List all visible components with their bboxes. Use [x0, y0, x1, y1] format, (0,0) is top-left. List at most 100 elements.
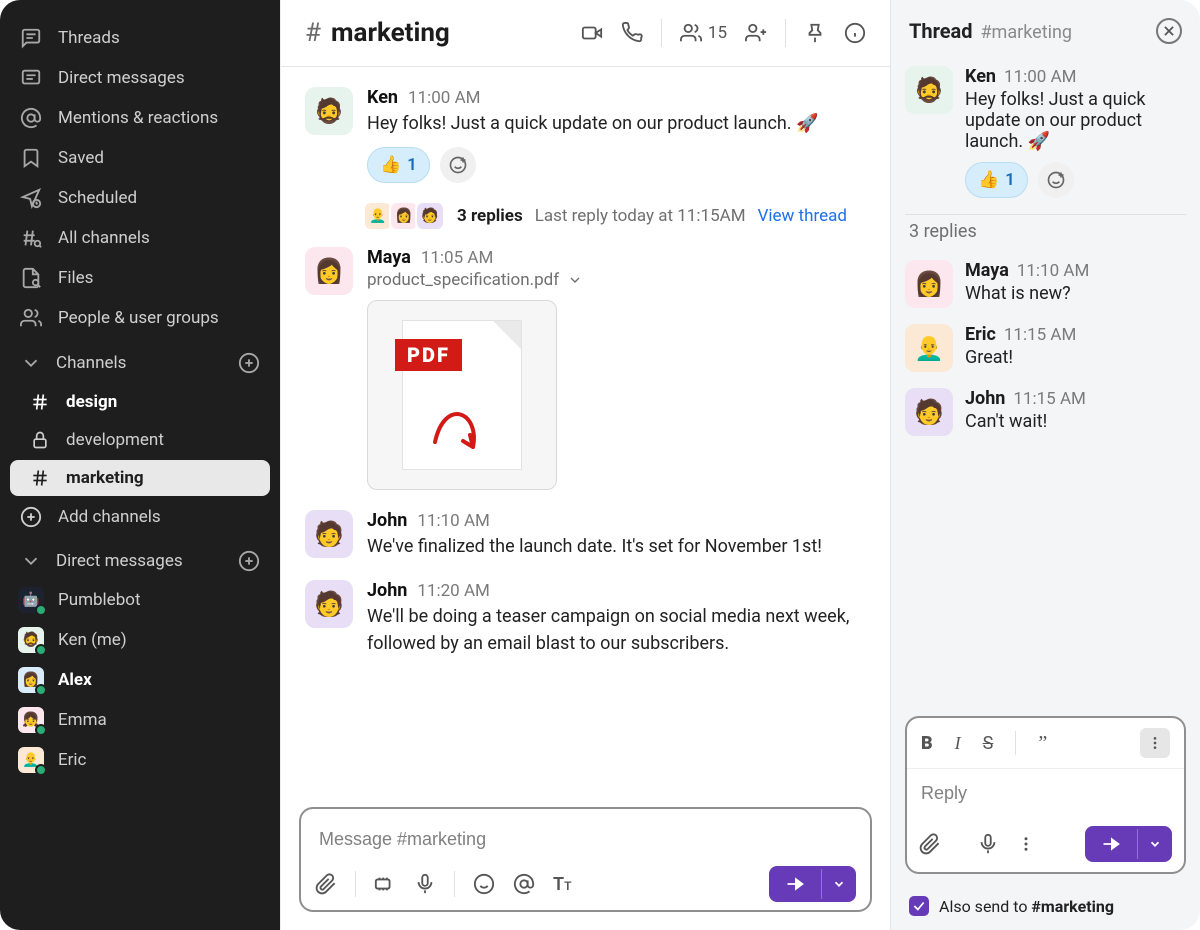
italic-button[interactable]: I — [955, 733, 961, 754]
channel-item-design[interactable]: design — [10, 384, 270, 420]
view-thread-link[interactable]: View thread — [758, 206, 847, 226]
channels-section-header[interactable]: Channels — [0, 338, 280, 382]
bold-button[interactable]: B — [921, 733, 933, 754]
message-author[interactable]: Eric — [965, 324, 996, 345]
message-author[interactable]: John — [367, 580, 407, 601]
close-thread-button[interactable] — [1156, 18, 1182, 44]
message-input[interactable] — [315, 819, 856, 860]
dm-item[interactable]: 👨‍🦲Eric — [0, 740, 280, 780]
mention-button[interactable] — [513, 873, 535, 895]
channel-item-development[interactable]: development — [10, 422, 270, 458]
avatar: 👧 — [18, 707, 44, 733]
avatar: 🧔 — [905, 66, 953, 114]
nav-item-files[interactable]: Files — [0, 258, 280, 298]
people-icon — [20, 307, 42, 329]
nav-item-mentions[interactable]: Mentions & reactions — [0, 98, 280, 138]
presence-indicator — [35, 644, 47, 656]
video-record-button[interactable] — [374, 873, 396, 895]
message-time: 11:10 AM — [1017, 261, 1089, 281]
reply-send-button[interactable] — [1085, 826, 1137, 862]
message-author[interactable]: Ken — [367, 87, 398, 108]
thread-summary[interactable]: 👨‍🦲👩🧑3 repliesLast reply today at 11:15A… — [367, 201, 866, 231]
dm-item[interactable]: 🧔 Ken (me) — [0, 620, 280, 660]
allchannels-icon — [20, 227, 42, 249]
channel-item-marketing[interactable]: marketing — [10, 460, 270, 496]
file-attachment[interactable]: product_specification.pdf — [367, 270, 866, 290]
reaction[interactable]: 👍1 — [965, 162, 1028, 198]
message-author[interactable]: Ken — [965, 66, 996, 87]
replies-count-label: 3 replies — [905, 214, 1186, 252]
avatar: 👨‍🦲 — [905, 324, 953, 372]
avatar: 🧔 — [18, 627, 44, 653]
pin-button[interactable] — [804, 22, 826, 44]
avatar: 🧑 — [305, 580, 353, 628]
quote-button[interactable]: ” — [1038, 732, 1047, 755]
emoji-button[interactable] — [473, 873, 495, 895]
members-button[interactable]: 15 — [680, 22, 727, 44]
nav-item-allchannels[interactable]: All channels — [0, 218, 280, 258]
message-author[interactable]: Maya — [965, 260, 1009, 281]
info-button[interactable] — [844, 22, 866, 44]
formatting-button[interactable]: TT — [553, 874, 571, 895]
nav-label: All channels — [58, 228, 150, 248]
message-author[interactable]: Maya — [367, 247, 411, 268]
send-button[interactable] — [769, 866, 821, 902]
add-member-button[interactable] — [745, 22, 767, 44]
audio-call-button[interactable] — [621, 22, 643, 44]
channel-name: development — [66, 430, 164, 450]
dm-item[interactable]: 👩Alex — [0, 660, 280, 700]
avatar: 🧑 — [905, 388, 953, 436]
reply-send-options[interactable] — [1137, 829, 1172, 859]
more-format-button[interactable] — [1140, 728, 1170, 758]
message-composer[interactable]: TT — [299, 807, 872, 912]
add-channels-label: Add channels — [58, 507, 161, 527]
dm-name: Pumblebot — [58, 590, 141, 610]
dm-item[interactable]: 🤖Pumblebot — [0, 580, 280, 620]
add-reaction-button[interactable] — [440, 147, 476, 183]
thread-reply-count: 3 replies — [457, 206, 523, 226]
video-call-button[interactable] — [581, 22, 603, 44]
reply-more-button[interactable] — [1017, 835, 1035, 853]
reply-input[interactable] — [907, 769, 1184, 818]
nav-item-dm[interactable]: Direct messages — [0, 58, 280, 98]
avatar: 🧑 — [305, 510, 353, 558]
nav-item-people[interactable]: People & user groups — [0, 298, 280, 338]
nav-label: Direct messages — [58, 68, 185, 88]
reply-composer[interactable]: B I S ” — [905, 716, 1186, 874]
audio-record-button[interactable] — [414, 873, 436, 895]
message-time: 11:05 AM — [421, 248, 493, 268]
reply-attach-button[interactable] — [919, 833, 941, 855]
message-author[interactable]: John — [965, 388, 1005, 409]
dm-label: Direct messages — [56, 551, 183, 571]
add-dm-icon[interactable] — [238, 550, 260, 572]
nav-item-saved[interactable]: Saved — [0, 138, 280, 178]
dm-name: Ken (me) — [58, 630, 127, 650]
attach-button[interactable] — [315, 873, 337, 895]
thread-reply: 👨‍🦲Eric11:15 AMGreat! — [905, 316, 1186, 380]
file-preview[interactable]: PDF — [367, 300, 557, 490]
message-text: We'll be doing a teaser campaign on soci… — [367, 603, 866, 657]
hash-icon: # — [305, 18, 321, 48]
nav-item-threads[interactable]: Threads — [0, 18, 280, 58]
add-channels-button[interactable]: Add channels — [0, 498, 280, 536]
message: 🧑John11:10 AMWe've finalized the launch … — [305, 500, 866, 570]
reaction[interactable]: 👍1 — [367, 147, 430, 183]
reply-audio-button[interactable] — [977, 833, 999, 855]
dm-item[interactable]: 👧Emma — [0, 700, 280, 740]
dm-section-header[interactable]: Direct messages — [0, 536, 280, 580]
message-author[interactable]: John — [367, 510, 407, 531]
message: 👩Maya11:05 AMproduct_specification.pdfPD… — [305, 237, 866, 500]
also-send-checkbox[interactable] — [909, 896, 929, 916]
message-time: 11:00 AM — [1004, 67, 1076, 87]
thread-last-reply: Last reply today at 11:15AM — [535, 206, 746, 226]
message-text: Hey folks! Just a quick update on our pr… — [965, 89, 1186, 152]
strike-button[interactable]: S — [983, 733, 994, 754]
channel-title[interactable]: # marketing — [305, 18, 450, 48]
presence-indicator — [35, 724, 47, 736]
add-channel-icon[interactable] — [238, 352, 260, 374]
send-options-button[interactable] — [821, 869, 856, 899]
message-text: Hey folks! Just a quick update on our pr… — [367, 110, 866, 137]
add-reaction-button[interactable] — [1038, 162, 1074, 198]
pdf-icon: PDF — [402, 320, 522, 470]
nav-item-scheduled[interactable]: Scheduled — [0, 178, 280, 218]
